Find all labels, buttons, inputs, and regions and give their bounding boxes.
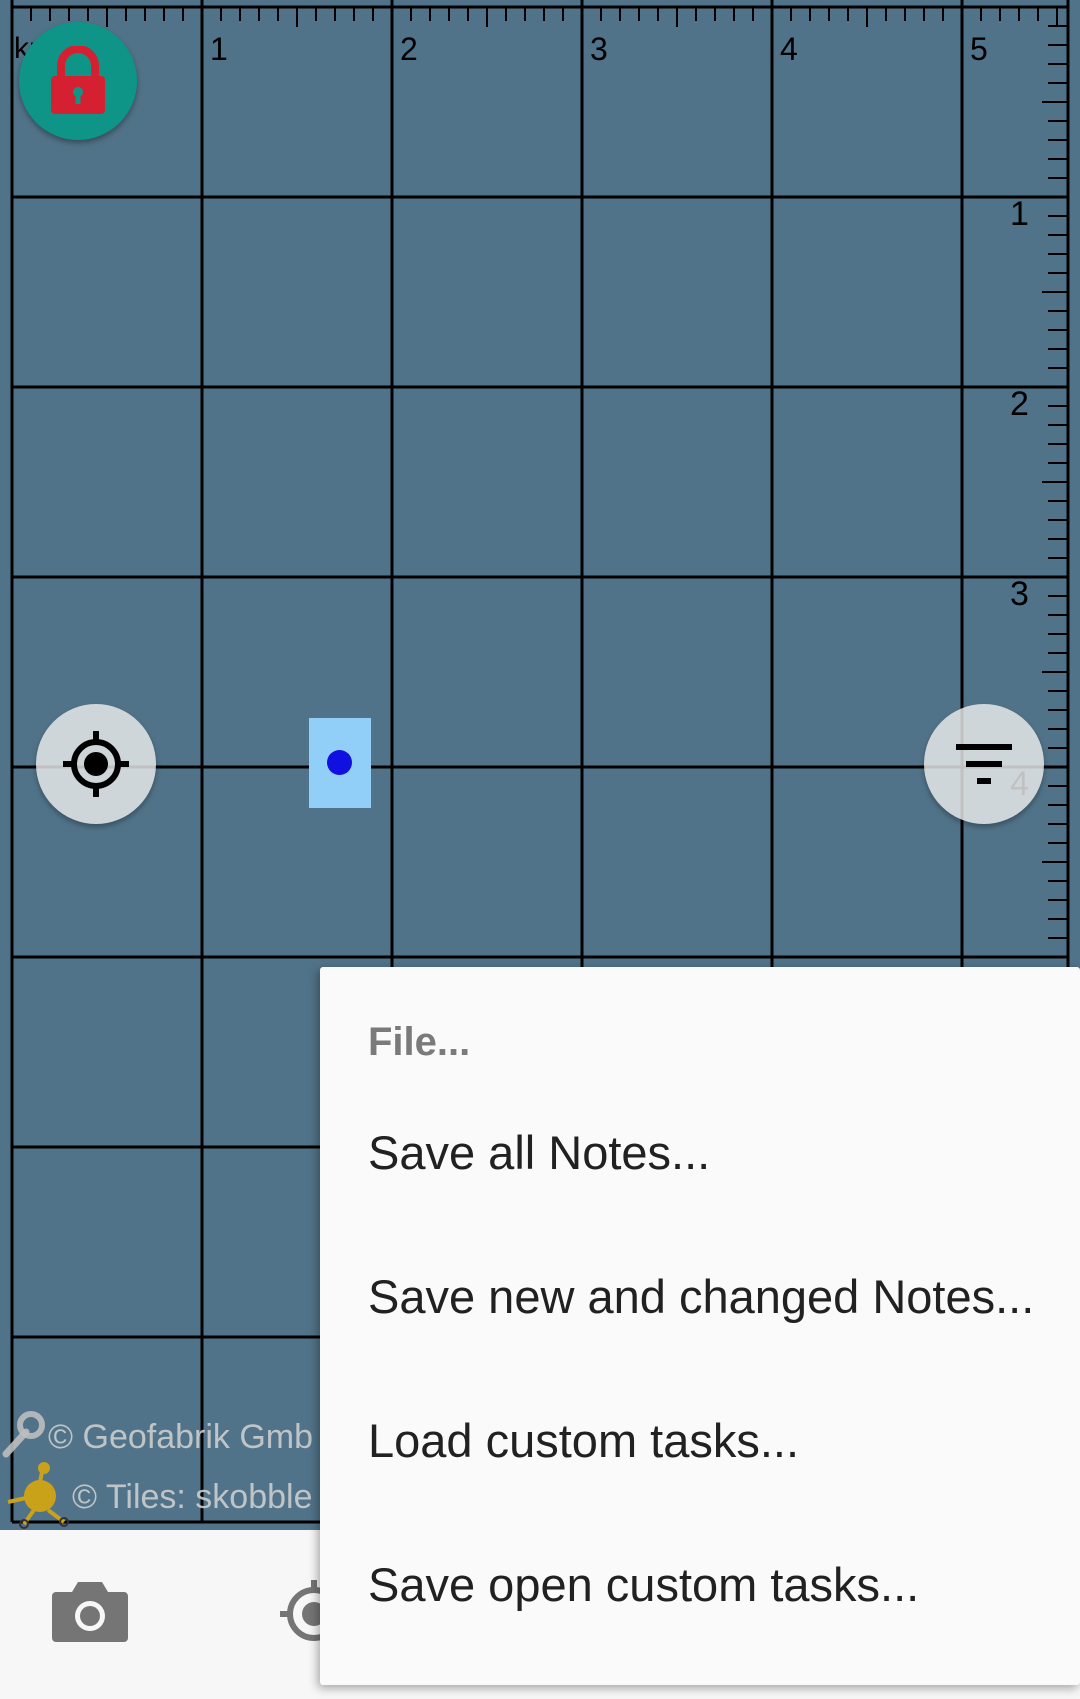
menu-item-load-custom-tasks[interactable]: Load custom tasks... <box>320 1368 1080 1512</box>
lock-icon <box>51 46 105 114</box>
attribution-geofabrik: © Geofabrik Gmb <box>48 1418 314 1456</box>
menu-item-save-open-custom-tasks[interactable]: Save open custom tasks... <box>320 1512 1080 1656</box>
lock-button[interactable] <box>19 22 137 140</box>
menu-header-file: File... <box>368 1020 471 1064</box>
selected-node-highlight[interactable] <box>309 718 371 808</box>
vespucci-logo-icon <box>7 1462 69 1529</box>
scale-label-y: 1 <box>1010 195 1029 233</box>
scale-label-x: 1 <box>210 31 228 67</box>
locate-button[interactable] <box>36 704 156 824</box>
scale-label-x: 2 <box>400 31 418 67</box>
selected-node[interactable] <box>327 750 352 775</box>
filter-icon <box>956 744 1012 784</box>
scale-label-x: 4 <box>780 31 798 67</box>
scale-label-x: 5 <box>970 31 988 67</box>
scale-label-y: 3 <box>1010 575 1029 613</box>
scale-label-y: 2 <box>1010 385 1029 423</box>
menu-item-save-all-notes[interactable]: Save all Notes... <box>320 1080 1080 1224</box>
file-menu: File... Save all Notes... Save new and c… <box>320 967 1080 1685</box>
menu-item-save-new-changed-notes[interactable]: Save new and changed Notes... <box>320 1224 1080 1368</box>
wrench-icon <box>2 1411 45 1458</box>
camera-icon[interactable] <box>50 1578 130 1644</box>
scale-label-x: 3 <box>590 31 608 67</box>
crosshair-icon <box>63 731 129 797</box>
filter-button[interactable] <box>924 704 1044 824</box>
attribution-tiles: © Tiles: skobble <box>72 1478 313 1516</box>
